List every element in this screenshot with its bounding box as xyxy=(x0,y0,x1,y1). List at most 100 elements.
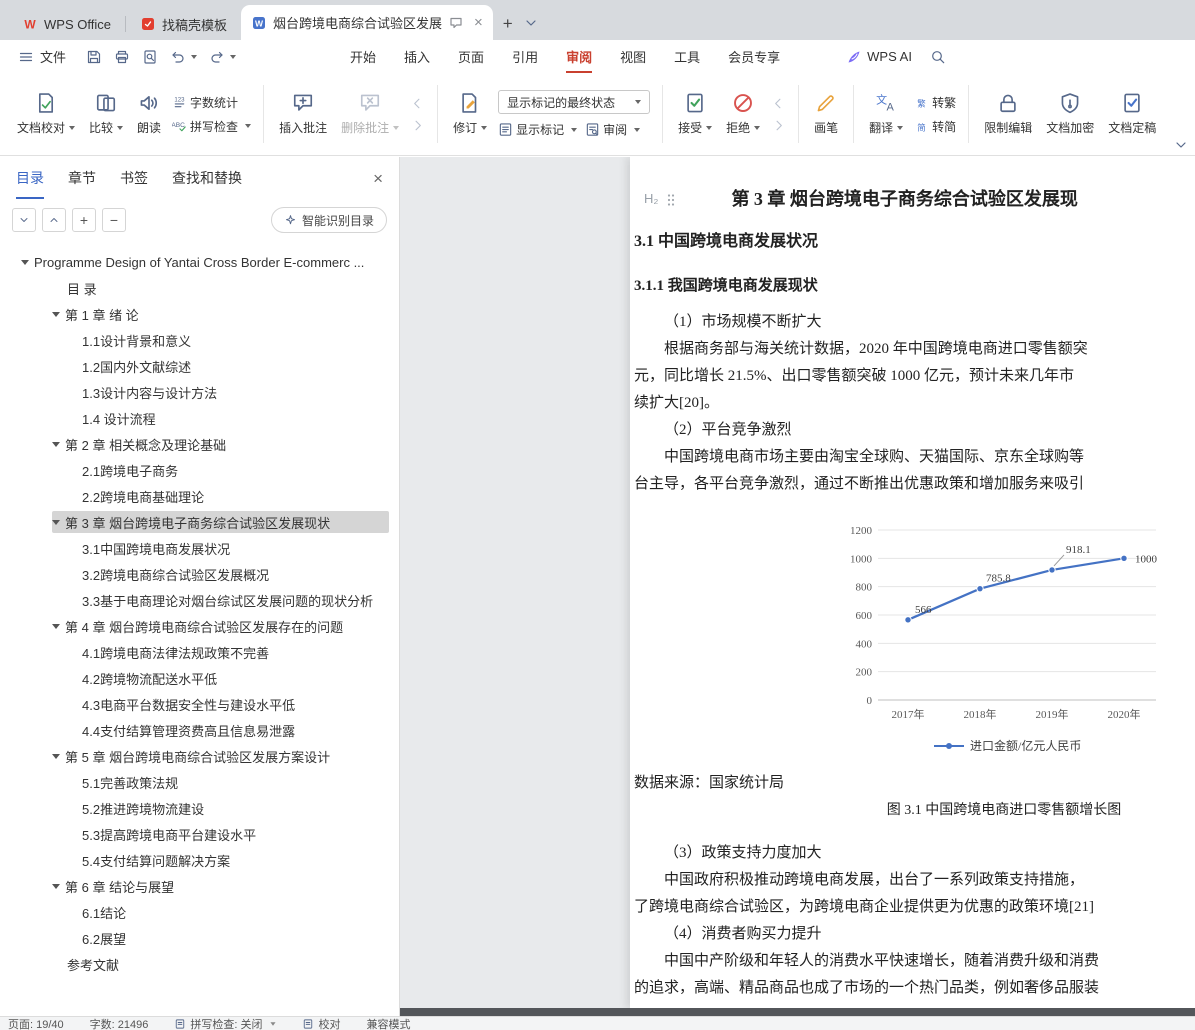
ribbon-button-read-aloud[interactable]: 朗读 xyxy=(130,87,168,141)
sidebar-tab-0[interactable]: 目录 xyxy=(16,157,44,199)
expand-all-button[interactable] xyxy=(42,208,66,232)
toc-item-link[interactable]: 1.3设计内容与设计方法 xyxy=(82,381,389,403)
collapse-triangle-icon[interactable] xyxy=(52,441,60,447)
ribbon-button-review-pane[interactable]: 审阅 xyxy=(585,121,641,138)
ribbon-button-ink-pen[interactable]: 画笔 xyxy=(807,87,845,141)
menu-tab-5[interactable]: 视图 xyxy=(610,40,656,73)
toc-item-link[interactable]: 5.2推进跨境物流建设 xyxy=(82,797,389,819)
toc-item-link[interactable]: 3.3基于电商理论对烟台综试区发展问题的现状分析 xyxy=(82,589,389,611)
menu-tab-4[interactable]: 审阅 xyxy=(556,40,602,73)
ribbon-button-doc-proofread[interactable]: 文档校对 xyxy=(10,87,82,141)
ribbon-button-insert-comment[interactable]: 插入批注 xyxy=(272,87,334,141)
ribbon-button-show-markup[interactable]: 显示标记 xyxy=(498,121,578,138)
ribbon-button-compare[interactable]: 比较 xyxy=(82,87,130,141)
toc-item-link[interactable]: 5.1完善政策法规 xyxy=(82,771,389,793)
status-item-0[interactable]: 页面: 19/40 xyxy=(8,1016,64,1030)
status-item-2[interactable]: 拼写检查: 关闭 xyxy=(174,1016,277,1030)
sidebar-tab-3[interactable]: 查找和替换 xyxy=(172,157,242,199)
tab-wps-office[interactable]: W WPS Office xyxy=(8,8,125,40)
sidebar-tab-2[interactable]: 书签 xyxy=(120,157,148,199)
toc-item-link[interactable]: 5.3提高跨境电商平台建设水平 xyxy=(82,823,389,845)
menu-tab-6[interactable]: 工具 xyxy=(664,40,710,73)
toc-item-link[interactable]: 第 6 章 结论与展望 xyxy=(52,875,389,897)
new-tab-button[interactable]: + xyxy=(503,15,513,32)
collapse-triangle-icon[interactable] xyxy=(52,883,60,889)
wps-ai-button[interactable]: WPS AI xyxy=(846,48,912,65)
ribbon-button-reject-change[interactable]: 拒绝 xyxy=(719,87,767,141)
collapse-triangle-icon[interactable] xyxy=(52,519,60,525)
close-tab-button[interactable]: × xyxy=(474,15,483,30)
ribbon-button-next-change[interactable] xyxy=(771,118,786,133)
toc-item-link[interactable]: 目 录 xyxy=(67,277,389,299)
toc-item-link[interactable]: 第 3 章 烟台跨境电子商务综合试验区发展现状 xyxy=(52,511,389,533)
menu-tab-0[interactable]: 开始 xyxy=(340,40,386,73)
tab-active-document[interactable]: W 烟台跨境电商综合试验区发展 × xyxy=(240,5,493,40)
toc-item-link[interactable]: 2.2跨境电商基础理论 xyxy=(82,485,389,507)
toc-item-link[interactable]: 1.1设计背景和意义 xyxy=(82,329,389,351)
toc-item-link[interactable]: 3.2跨境电商综合试验区发展概况 xyxy=(82,563,389,585)
ribbon-button-prev-comment[interactable] xyxy=(410,96,425,111)
tab-list-button[interactable] xyxy=(523,14,539,32)
tab-template-doc[interactable]: 找稿壳模板 xyxy=(126,8,241,40)
ribbon-button-next-comment[interactable] xyxy=(410,118,425,133)
ribbon-button-restrict-editing[interactable]: 限制编辑 xyxy=(977,87,1039,141)
toc-item-link[interactable]: 4.4支付结算管理资费高且信息易泄露 xyxy=(82,719,389,741)
smart-identify-toc-button[interactable]: 智能识别目录 xyxy=(270,207,387,233)
sidebar-tab-1[interactable]: 章节 xyxy=(68,157,96,199)
toc-item-link[interactable]: 1.2国内外文献综述 xyxy=(82,355,389,377)
zoom-out-outline-button[interactable]: − xyxy=(102,208,126,232)
menu-tab-2[interactable]: 页面 xyxy=(448,40,494,73)
toc-item-link[interactable]: 6.1结论 xyxy=(82,901,389,923)
status-item-3[interactable]: 校对 xyxy=(302,1016,340,1030)
menu-tab-7[interactable]: 会员专享 xyxy=(718,40,790,73)
collapse-ribbon-button[interactable] xyxy=(1173,136,1189,152)
ribbon-button-delete-comment[interactable]: 删除批注 xyxy=(334,87,406,141)
toc-item-link[interactable]: 4.3电商平台数据安全性与建设水平低 xyxy=(82,693,389,715)
collapse-triangle-icon[interactable] xyxy=(52,623,60,629)
document-page[interactable]: H₂ 第 3 章 烟台跨境电子商务综合试验区发展现 3.1 中国跨境电商发展状况… xyxy=(630,157,1195,1008)
ribbon-button-finalize-document[interactable]: 文档定稿 xyxy=(1101,87,1163,141)
ribbon-dropdown-markup-state[interactable]: 显示标记的最终状态 xyxy=(498,90,651,114)
print-button[interactable] xyxy=(114,48,130,65)
toc-item-link[interactable]: 参考文献 xyxy=(67,953,389,975)
redo-button[interactable] xyxy=(209,48,237,65)
toc-item-link[interactable]: 第 4 章 烟台跨境电商综合试验区发展存在的问题 xyxy=(52,615,389,637)
toc-item-link[interactable]: 1.4 设计流程 xyxy=(82,407,389,429)
save-button[interactable] xyxy=(86,48,102,65)
horizontal-scrollbar[interactable] xyxy=(400,1008,1195,1016)
status-item-4[interactable]: 兼容模式 xyxy=(366,1016,410,1030)
ribbon-button-track-changes[interactable]: 修订 xyxy=(446,87,494,141)
search-button[interactable] xyxy=(930,48,946,65)
undo-button[interactable] xyxy=(170,48,198,65)
ribbon-button-translate[interactable]: 文 A 翻译 xyxy=(862,87,910,141)
collapse-triangle-icon[interactable] xyxy=(52,753,60,759)
collapse-triangle-icon[interactable] xyxy=(52,311,60,317)
toc-item-link[interactable]: 5.4支付结算问题解决方案 xyxy=(82,849,389,871)
heading-drag-handle[interactable] xyxy=(663,191,675,206)
toc-item-link[interactable]: 6.2展望 xyxy=(82,927,389,949)
zoom-in-outline-button[interactable]: + xyxy=(72,208,96,232)
toc-item-link[interactable]: Programme Design of Yantai Cross Border … xyxy=(21,251,389,273)
ribbon-button-accept-change[interactable]: 接受 xyxy=(671,87,719,141)
toc-item-link[interactable]: 3.1中国跨境电商发展状况 xyxy=(82,537,389,559)
menu-tab-3[interactable]: 引用 xyxy=(502,40,548,73)
ribbon-button-encrypt-document[interactable]: 文档加密 xyxy=(1039,87,1101,141)
ribbon-button-prev-change[interactable] xyxy=(771,96,786,111)
ribbon-button-to-simplified[interactable]: 简转简 xyxy=(914,118,956,135)
status-item-1[interactable]: 字数: 21496 xyxy=(90,1016,149,1030)
toc-item-link[interactable]: 第 1 章 绪 论 xyxy=(52,303,389,325)
collapse-all-button[interactable] xyxy=(12,208,36,232)
toc-item-link[interactable]: 4.1跨境电商法律法规政策不完善 xyxy=(82,641,389,663)
ribbon-button-spell-check[interactable]: ABC 拼写检查 xyxy=(172,118,252,135)
toc-item-link[interactable]: 第 2 章 相关概念及理论基础 xyxy=(52,433,389,455)
close-sidebar-button[interactable]: × xyxy=(373,170,383,187)
print-preview-button[interactable] xyxy=(142,48,158,65)
collapse-triangle-icon[interactable] xyxy=(21,259,29,265)
menu-tab-1[interactable]: 插入 xyxy=(394,40,440,73)
toc-item-link[interactable]: 第 5 章 烟台跨境电商综合试验区发展方案设计 xyxy=(52,745,389,767)
ribbon-button-to-traditional[interactable]: 繁转繁 xyxy=(914,94,956,111)
file-menu-button[interactable]: 文件 xyxy=(10,47,74,66)
ribbon-button-word-count[interactable]: 123 字数统计 xyxy=(172,94,238,111)
toc-item-link[interactable]: 4.2跨境物流配送水平低 xyxy=(82,667,389,689)
toc-item-link[interactable]: 2.1跨境电子商务 xyxy=(82,459,389,481)
